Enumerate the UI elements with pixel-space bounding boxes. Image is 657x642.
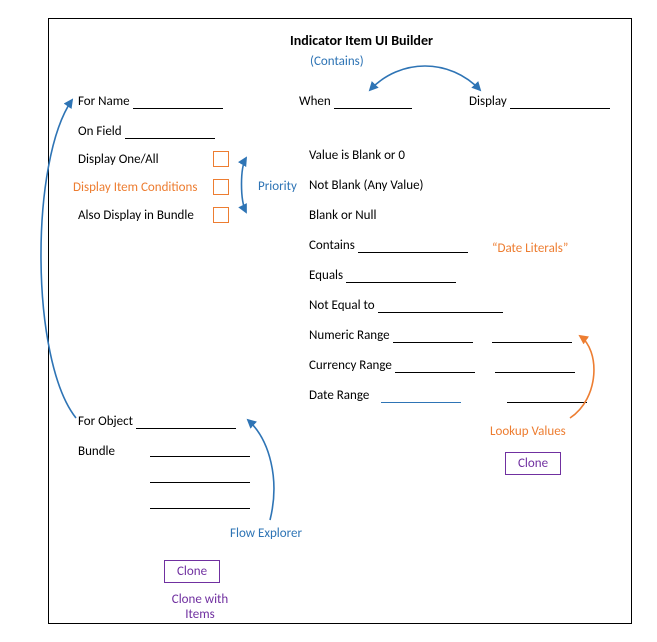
arrows-layer [0,0,657,642]
canvas: Indicator Item UI Builder (Contains) Whe… [0,0,657,642]
arrow-flow-explorer [248,420,274,520]
arrow-contains [370,66,480,90]
arrow-priority [242,158,247,212]
arrow-left-large [41,100,76,418]
arrow-lookup-values [570,336,594,418]
